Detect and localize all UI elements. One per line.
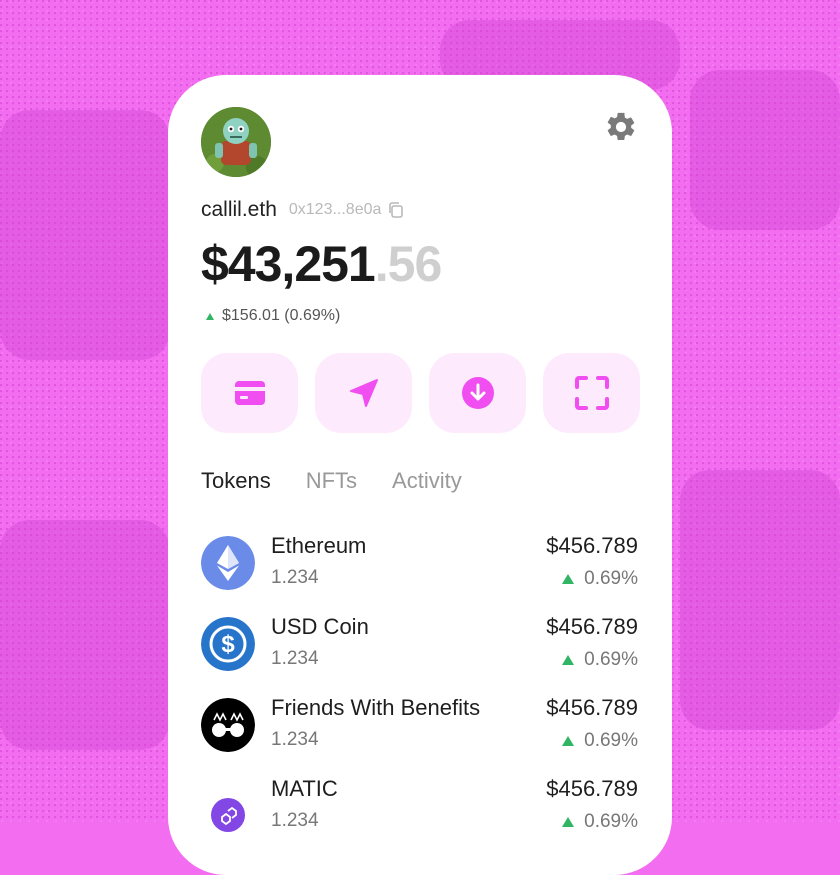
token-row-matic[interactable]: MATIC 1.234 $456.789 0.69%: [201, 770, 638, 851]
token-row-usd-coin[interactable]: $ USD Coin 1.234 $456.789 0.69%: [201, 608, 638, 689]
token-change-text: 0.69%: [584, 730, 638, 751]
ethereum-icon: [201, 536, 255, 590]
balance-cents: .56: [374, 236, 443, 292]
wallet-phone-card: callil.eth 0x123...8e0a $43,251.56 $156.…: [168, 75, 672, 875]
token-name: USD Coin: [271, 614, 369, 639]
token-change-text: 0.69%: [584, 568, 638, 589]
tab-activity[interactable]: Activity: [392, 468, 462, 494]
scan-button[interactable]: [543, 353, 640, 433]
up-arrow-icon: [562, 655, 575, 665]
background-shape: [690, 70, 840, 230]
matic-icon: [201, 779, 255, 833]
buy-card-button[interactable]: [201, 353, 298, 433]
background-shape: [0, 110, 170, 360]
token-change: 0.69%: [562, 811, 638, 833]
card-icon: [234, 381, 265, 405]
receive-icon: [461, 377, 494, 409]
token-list: Ethereum 1.234 $456.789 0.69% $ USD Coin…: [201, 527, 638, 851]
background-shape: [0, 520, 170, 750]
svg-text:$: $: [221, 631, 235, 658]
wallet-address: 0x123...8e0a: [288, 201, 382, 218]
background-shape: [680, 470, 840, 730]
token-change-text: 0.69%: [584, 811, 638, 832]
usd-coin-icon: $: [201, 617, 255, 671]
balance-change: $156.01 (0.69%): [206, 307, 340, 325]
total-balance: $43,251.56: [201, 235, 443, 293]
fwb-icon: [201, 698, 255, 752]
up-arrow-icon: [562, 817, 575, 827]
token-amount: 1.234: [271, 810, 319, 831]
token-amount: 1.234: [271, 567, 319, 588]
token-value: $456.789: [546, 533, 638, 558]
send-button[interactable]: [315, 353, 412, 433]
token-name: MATIC: [271, 776, 338, 801]
tabs: Tokens NFTs Activity: [201, 468, 462, 494]
up-arrow-icon: [562, 736, 575, 746]
gear-icon: [607, 112, 635, 141]
tab-nfts[interactable]: NFTs: [306, 468, 357, 494]
copy-icon[interactable]: [387, 201, 405, 219]
token-value: $456.789: [546, 614, 638, 639]
token-change: 0.69%: [562, 568, 638, 590]
token-name: Friends With Benefits: [271, 695, 481, 720]
token-value: $456.789: [546, 776, 638, 801]
token-name: Ethereum: [271, 533, 367, 558]
balance-change-text: $156.01 (0.69%): [222, 307, 341, 324]
up-arrow-icon: [562, 574, 575, 584]
account-row: callil.eth 0x123...8e0a: [201, 198, 405, 222]
token-change-text: 0.69%: [584, 649, 638, 670]
token-amount: 1.234: [271, 729, 319, 750]
scan-icon: [574, 376, 609, 410]
tab-tokens[interactable]: Tokens: [201, 468, 271, 494]
up-arrow-icon: [206, 312, 214, 320]
settings-button[interactable]: [604, 110, 638, 144]
token-row-ethereum[interactable]: Ethereum 1.234 $456.789 0.69%: [201, 527, 638, 608]
ens-name: callil.eth: [201, 198, 277, 221]
balance-dollars: $43,251: [201, 236, 376, 292]
avatar[interactable]: [201, 107, 271, 177]
token-change: 0.69%: [562, 730, 638, 752]
receive-button[interactable]: [429, 353, 526, 433]
action-buttons: [201, 353, 640, 433]
send-icon: [349, 379, 378, 407]
token-value: $456.789: [546, 695, 638, 720]
token-change: 0.69%: [562, 649, 638, 671]
avatar-image: [201, 107, 271, 177]
token-amount: 1.234: [271, 648, 319, 669]
token-row-friends-with-benefits[interactable]: Friends With Benefits 1.234 $456.789 0.6…: [201, 689, 638, 770]
